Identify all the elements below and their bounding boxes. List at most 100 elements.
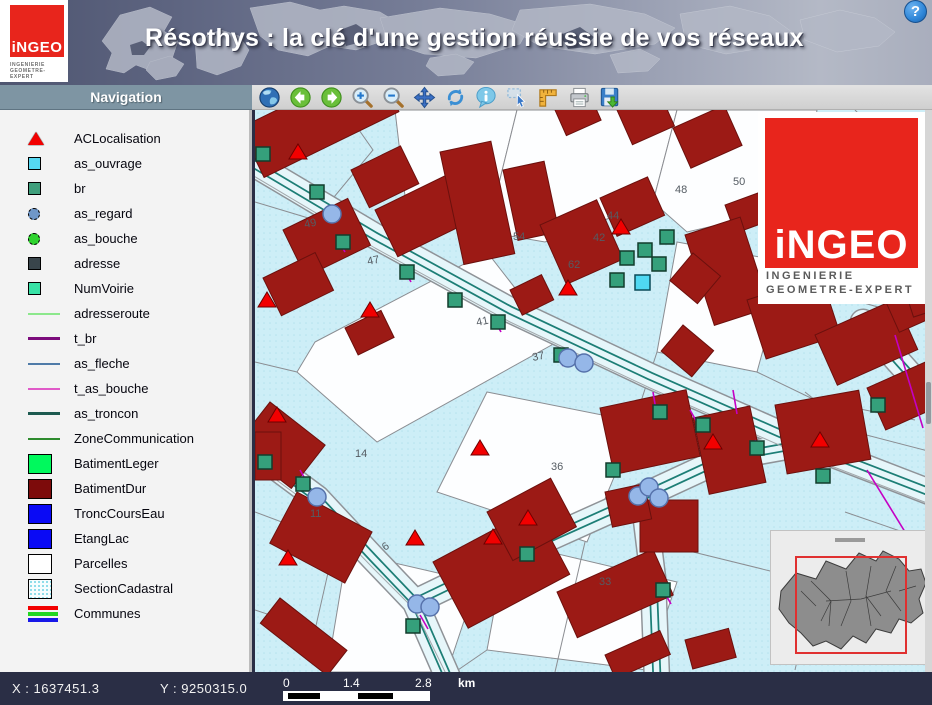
legend-label: BatimentLeger: [74, 456, 159, 471]
parcel-number: 48: [675, 184, 687, 196]
legend-layer-adresse[interactable]: adresse: [0, 251, 249, 276]
Parcelles-swatch-icon: [28, 554, 62, 574]
ingeo-logo-caption: INGENIERIE GEOMETRE-EXPERT: [10, 62, 68, 80]
legend-layer-t_br[interactable]: t_br: [0, 326, 249, 351]
forward-button[interactable]: [319, 85, 343, 109]
legend-layer-br[interactable]: br: [0, 176, 249, 201]
legend-label: as_bouche: [74, 231, 138, 246]
back-button[interactable]: [288, 85, 312, 109]
legend-layer-as_bouche[interactable]: as_bouche: [0, 226, 249, 251]
legend-layer-t_as_bouche[interactable]: t_as_bouche: [0, 376, 249, 401]
scrollbar-thumb[interactable]: [926, 382, 931, 424]
legend-layer-as_fleche[interactable]: as_fleche: [0, 351, 249, 376]
navigation-panel-header: Navigation: [0, 85, 252, 110]
info-button[interactable]: [474, 85, 498, 109]
br-swatch-icon: [28, 182, 62, 195]
legend-layer-as_ouvrage[interactable]: as_ouvrage: [0, 151, 249, 176]
legend-layer-as_regard[interactable]: as_regard: [0, 201, 249, 226]
legend-layer-NumVoirie[interactable]: NumVoirie: [0, 276, 249, 301]
ingeo-logo-word: iNGEO: [12, 40, 63, 57]
select-button[interactable]: [505, 85, 529, 109]
refresh-icon: [444, 86, 467, 109]
forward-icon: [320, 86, 343, 109]
ingeo-logo-header: iNGEO INGENIERIE GEOMETRE-EXPERT: [0, 0, 68, 82]
pan-button[interactable]: [412, 85, 436, 109]
parcel-number: 62: [568, 259, 580, 271]
ZoneCommunication-swatch-icon: [28, 438, 62, 440]
refresh-button[interactable]: [443, 85, 467, 109]
scale-bar-graphic: [283, 691, 430, 701]
TroncCoursEau-swatch-icon: [28, 504, 62, 524]
navigation-title: Navigation: [90, 89, 162, 105]
legend-label: Communes: [74, 606, 140, 621]
t_br-swatch-icon: [28, 337, 62, 340]
as-ouvrage-marker: [635, 275, 650, 290]
legend-layer-SectionCadastral[interactable]: SectionCadastral: [0, 576, 249, 601]
scale-unit: km: [458, 676, 475, 690]
parcel-number: 11: [310, 508, 321, 520]
legend-layer-BatimentLeger[interactable]: BatimentLeger: [0, 451, 249, 476]
legend-label: as_regard: [74, 206, 133, 221]
parcel-number: 42: [593, 232, 605, 244]
map-viewport[interactable]: 49474137654624442485014113633 iNGEO INGE…: [255, 110, 932, 672]
legend-layer-adresseroute[interactable]: adresseroute: [0, 301, 249, 326]
globe-button[interactable]: [257, 85, 281, 109]
info-icon: [475, 86, 498, 109]
status-bar: X : 1637451.3 Y : 9250315.0 0 1.4 2.8 km: [0, 672, 932, 705]
legend-label: ZoneCommunication: [74, 431, 194, 446]
parcel-number: 33: [599, 576, 611, 588]
ingeo-logo-word: iNGEO: [775, 226, 909, 268]
as_regard-swatch-icon: [28, 208, 62, 220]
overview-communes-map: [771, 531, 929, 664]
legend-layer-EtangLac[interactable]: EtangLac: [0, 526, 249, 551]
overview-scale-dash: [835, 538, 865, 542]
legend-layer-ZoneCommunication[interactable]: ZoneCommunication: [0, 426, 249, 451]
as_ouvrage-swatch-icon: [28, 157, 62, 170]
legend-label: TroncCoursEau: [74, 506, 165, 521]
save-button[interactable]: [598, 85, 622, 109]
scale-tick-2: 2.8: [415, 676, 432, 690]
parcel-number: 41: [475, 315, 489, 329]
scale-tick-0: 0: [283, 676, 290, 690]
help-icon: ?: [911, 3, 920, 20]
zoom-out-button[interactable]: [381, 85, 405, 109]
legend-layer-as_troncon[interactable]: as_troncon: [0, 401, 249, 426]
overview-map[interactable]: [770, 530, 930, 665]
legend-label: SectionCadastral: [74, 581, 173, 596]
print-button[interactable]: [567, 85, 591, 109]
measure-icon: [537, 86, 560, 109]
legend-layer-TroncCoursEau[interactable]: TroncCoursEau: [0, 501, 249, 526]
pan-icon: [413, 86, 436, 109]
legend-label: as_ouvrage: [74, 156, 142, 171]
legend-label: br: [74, 181, 86, 196]
parcel-number: 37: [531, 350, 545, 364]
legend-label: as_fleche: [74, 356, 130, 371]
legend-label: as_troncon: [74, 406, 138, 421]
map-vertical-scrollbar[interactable]: [925, 110, 932, 672]
legend-label: adresse: [74, 256, 120, 271]
resothys-app: Résothys : la clé d'une gestion réussie …: [0, 0, 932, 705]
BatimentDur-swatch-icon: [28, 479, 62, 499]
legend-label: adresseroute: [74, 306, 150, 321]
measure-button[interactable]: [536, 85, 560, 109]
parcel-number: 47: [366, 254, 380, 268]
legend-label: Parcelles: [74, 556, 127, 571]
as_fleche-swatch-icon: [28, 363, 62, 365]
back-icon: [289, 86, 312, 109]
help-button[interactable]: ?: [904, 0, 927, 23]
parcel-number: 44: [607, 210, 619, 222]
legend-layer-ACLocalisation[interactable]: ACLocalisation: [0, 126, 249, 151]
legend-label: BatimentDur: [74, 481, 146, 496]
legend-layer-Communes[interactable]: Communes: [0, 601, 249, 626]
scale-tick-1: 1.4: [343, 676, 360, 690]
legend-layer-Parcelles[interactable]: Parcelles: [0, 551, 249, 576]
zoom-in-button[interactable]: [350, 85, 374, 109]
ingeo-logo-overlay: iNGEO INGENIERIE GEOMETRE-EXPERT: [758, 112, 928, 304]
ingeo-caption-line1: INGENIERIE: [766, 270, 924, 282]
legend-layer-BatimentDur[interactable]: BatimentDur: [0, 476, 249, 501]
as_bouche-swatch-icon: [28, 233, 62, 245]
header-banner: Résothys : la clé d'une gestion réussie …: [0, 0, 932, 85]
as_troncon-swatch-icon: [28, 412, 62, 415]
zoom-in-icon: [351, 86, 374, 109]
EtangLac-swatch-icon: [28, 529, 62, 549]
